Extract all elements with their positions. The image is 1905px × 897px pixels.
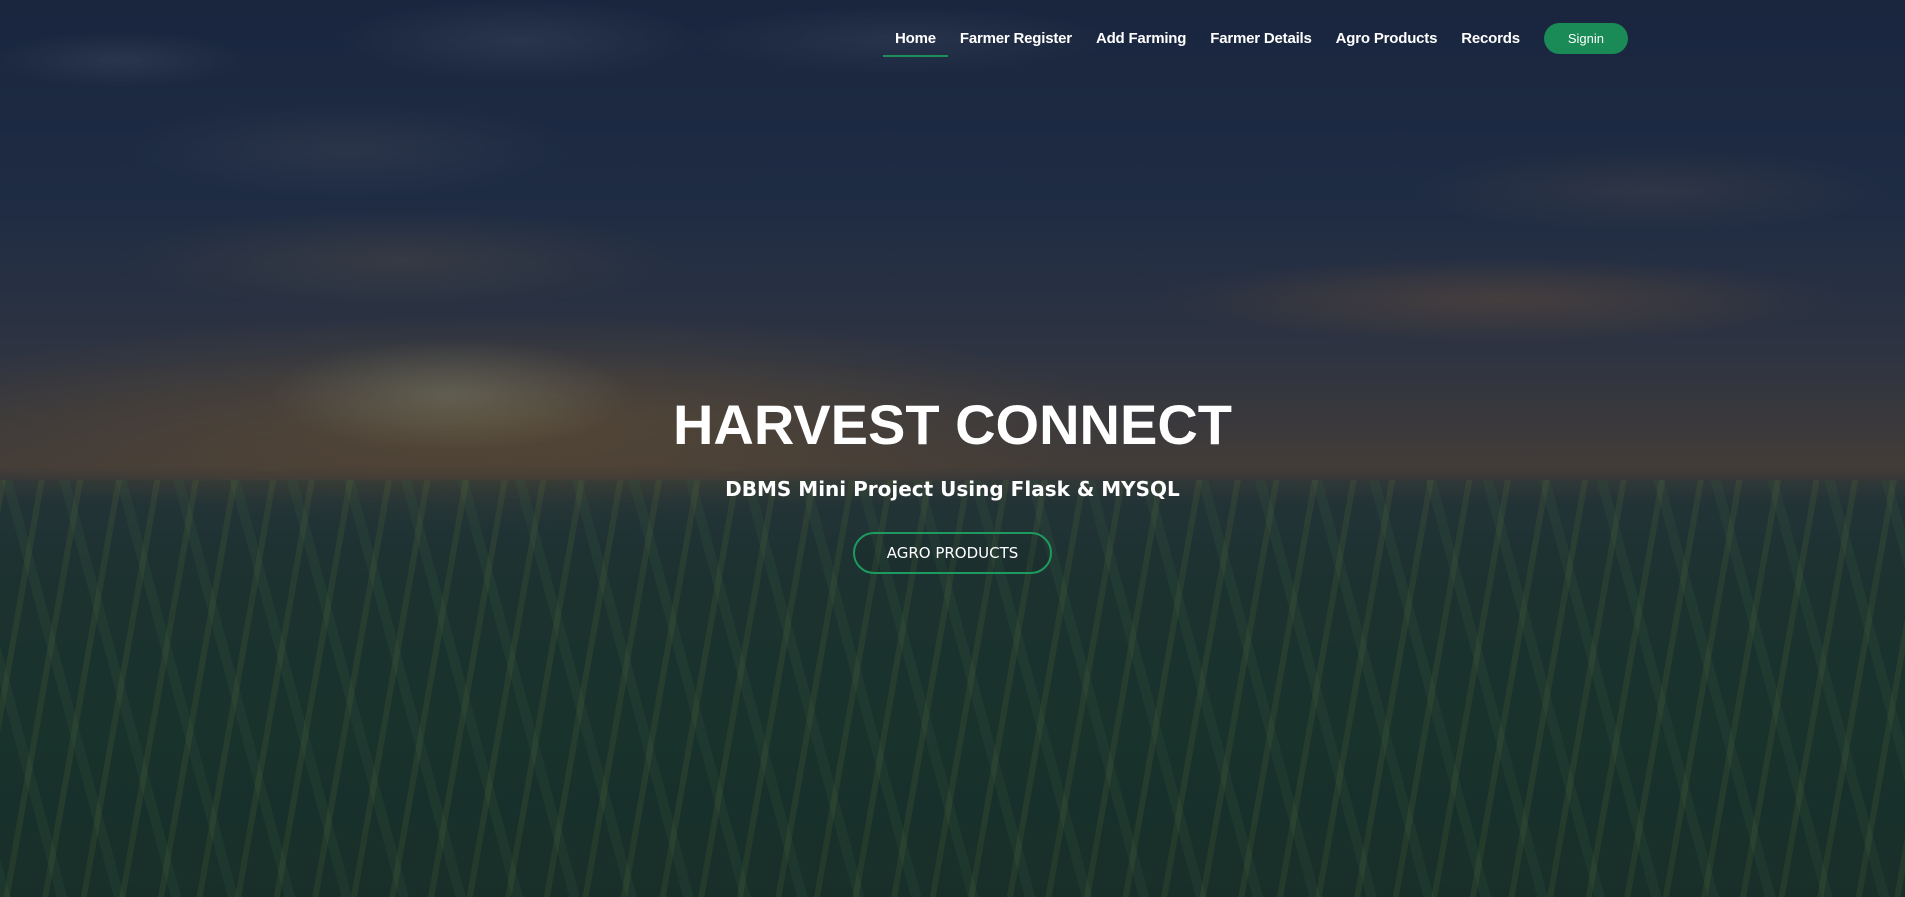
agro-products-button[interactable]: AGRO PRODUCTS bbox=[852, 532, 1053, 574]
hero-title: HARVEST CONNECT bbox=[672, 393, 1232, 456]
navbar: Home Farmer Register Add Farming Farmer … bbox=[0, 0, 1905, 76]
hero-subtitle: DBMS Mini Project Using Flask & MYSQL bbox=[725, 477, 1180, 501]
nav-add-farming-link[interactable]: Add Farming bbox=[1084, 20, 1198, 57]
hero-content: HARVEST CONNECT DBMS Mini Project Using … bbox=[0, 390, 1905, 574]
nav-home-link[interactable]: Home bbox=[883, 20, 948, 57]
nav-farmer-register-link[interactable]: Farmer Register bbox=[948, 20, 1084, 57]
signin-button[interactable]: Signin bbox=[1543, 22, 1629, 54]
nav-agro-products-link[interactable]: Agro Products bbox=[1324, 20, 1450, 57]
nav-farmer-details-link[interactable]: Farmer Details bbox=[1198, 20, 1323, 57]
nav-records-link[interactable]: Records bbox=[1449, 20, 1532, 57]
nav-links: Home Farmer Register Add Farming Farmer … bbox=[883, 20, 1629, 57]
